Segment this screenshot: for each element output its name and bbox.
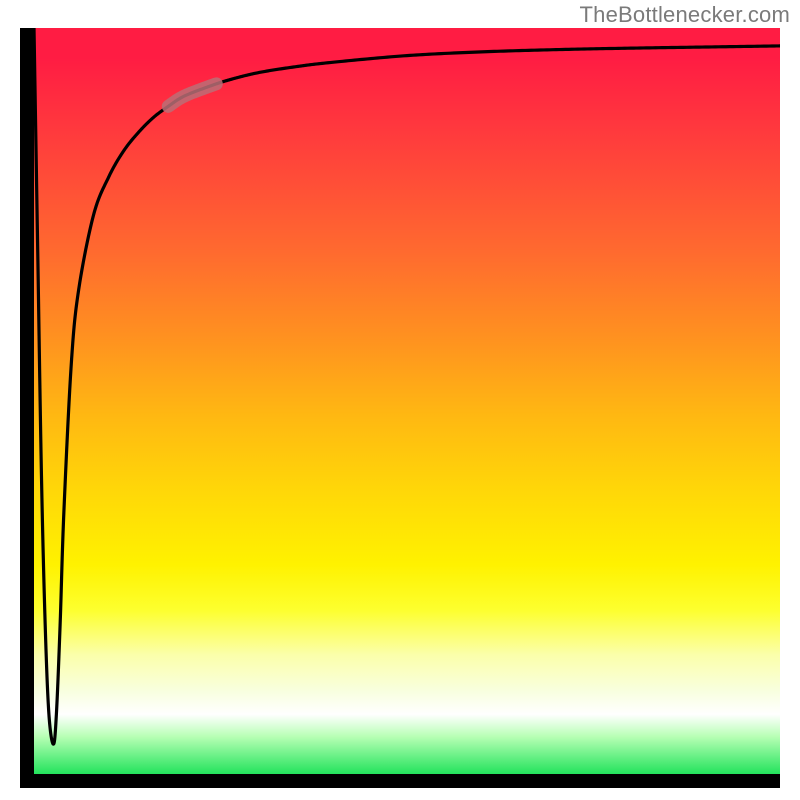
plot-area — [34, 28, 780, 774]
curve-svg — [34, 28, 780, 774]
bottleneck-curve — [34, 28, 780, 744]
curve-highlight — [168, 84, 216, 106]
chart-frame — [20, 28, 780, 788]
chart-stage: TheBottlenecker.com — [0, 0, 800, 800]
attribution-label: TheBottlenecker.com — [580, 2, 790, 28]
